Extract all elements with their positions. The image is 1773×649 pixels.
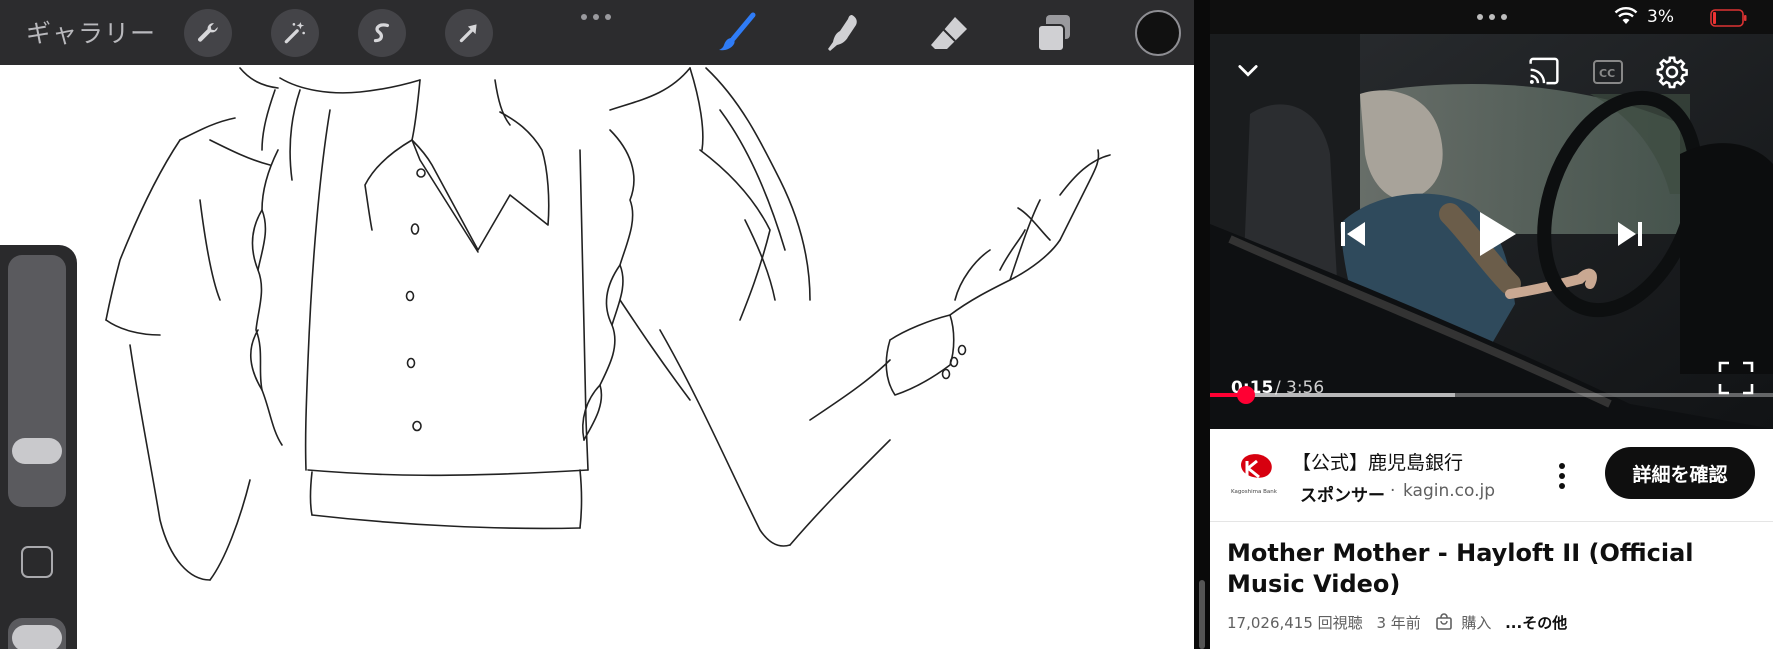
gallery-button[interactable]: ギャラリー bbox=[26, 14, 156, 50]
more-vertical-icon[interactable] bbox=[1550, 459, 1574, 493]
sponsor-label: スポンサー bbox=[1300, 486, 1385, 506]
upload-age: 3 年前 bbox=[1376, 614, 1421, 632]
progress-scrubber[interactable] bbox=[1237, 386, 1255, 404]
ad-cta-button[interactable]: 詳細を確認 bbox=[1605, 447, 1755, 499]
view-count: 17,026,415 回視聴 bbox=[1227, 614, 1363, 632]
smudge-icon[interactable] bbox=[820, 10, 868, 56]
cast-icon[interactable] bbox=[1527, 56, 1561, 90]
wifi-icon bbox=[1614, 7, 1638, 29]
color-picker-swatch[interactable] bbox=[1135, 10, 1181, 56]
multitasking-dots-icon[interactable] bbox=[1474, 8, 1510, 27]
drawing-app: ギャラリー bbox=[0, 0, 1194, 649]
split-view-divider[interactable] bbox=[1194, 0, 1210, 649]
brush-size-slider[interactable] bbox=[8, 255, 66, 507]
collapse-chevron-icon[interactable] bbox=[1234, 56, 1262, 88]
kagoshima-bank-logo: Kagoshima Bank bbox=[1229, 449, 1279, 499]
ad-row[interactable]: Kagoshima Bank 【公式】鹿児島銀行 スポンサー · kagin.c… bbox=[1210, 431, 1773, 521]
more-link[interactable]: ...その他 bbox=[1505, 614, 1567, 632]
magic-wand-icon[interactable] bbox=[271, 9, 319, 57]
transform-arrow-icon[interactable] bbox=[445, 9, 493, 57]
drawing-canvas[interactable] bbox=[0, 65, 1194, 649]
purchase-label: 購入 bbox=[1461, 614, 1492, 632]
status-bar: 3% bbox=[1210, 0, 1773, 34]
settings-gear-icon[interactable] bbox=[1655, 55, 1689, 93]
shopping-bag-icon bbox=[1435, 613, 1452, 630]
brush-icon[interactable] bbox=[713, 10, 761, 56]
modify-button[interactable] bbox=[21, 546, 53, 578]
ad-domain: kagin.co.jp bbox=[1403, 481, 1496, 501]
svg-text:CC: CC bbox=[1599, 67, 1615, 80]
battery-icon bbox=[1710, 9, 1748, 31]
brush-sidebar bbox=[0, 245, 77, 649]
video-app: 3% CC / 3:56 Kagoshima Bank 【公式】鹿児島銀行 スポ… bbox=[1210, 0, 1773, 649]
split-view-handle[interactable] bbox=[1199, 580, 1205, 649]
opacity-slider[interactable] bbox=[8, 618, 66, 649]
layers-icon[interactable] bbox=[1030, 10, 1078, 56]
divider-line bbox=[1210, 521, 1773, 522]
play-icon[interactable] bbox=[1472, 206, 1522, 266]
video-title[interactable]: Mother Mother - Hayloft II (Official Mus… bbox=[1227, 538, 1757, 600]
battery-percentage: 3% bbox=[1647, 7, 1674, 27]
previous-track-icon[interactable] bbox=[1333, 214, 1373, 258]
selection-icon[interactable] bbox=[358, 9, 406, 57]
ad-title[interactable]: 【公式】鹿児島銀行 bbox=[1292, 448, 1463, 475]
purchase-link[interactable]: 購入 bbox=[1435, 613, 1497, 632]
opacity-thumb[interactable] bbox=[12, 625, 62, 649]
next-track-icon[interactable] bbox=[1610, 214, 1650, 258]
drawing-toolbar: ギャラリー bbox=[0, 0, 1194, 65]
wrench-icon[interactable] bbox=[184, 9, 232, 57]
video-player[interactable]: CC 0:15 / 3:56 bbox=[1210, 34, 1773, 429]
captions-icon[interactable]: CC bbox=[1592, 59, 1624, 89]
eraser-icon[interactable] bbox=[925, 10, 973, 56]
multitasking-dots-icon[interactable] bbox=[578, 8, 614, 27]
video-meta: 17,026,415 回視聴 3 年前 購入 ...その他 bbox=[1227, 612, 1576, 633]
logo-caption: Kagoshima Bank bbox=[1231, 489, 1278, 495]
brush-size-thumb[interactable] bbox=[12, 438, 62, 464]
ad-separator: · bbox=[1390, 481, 1396, 501]
